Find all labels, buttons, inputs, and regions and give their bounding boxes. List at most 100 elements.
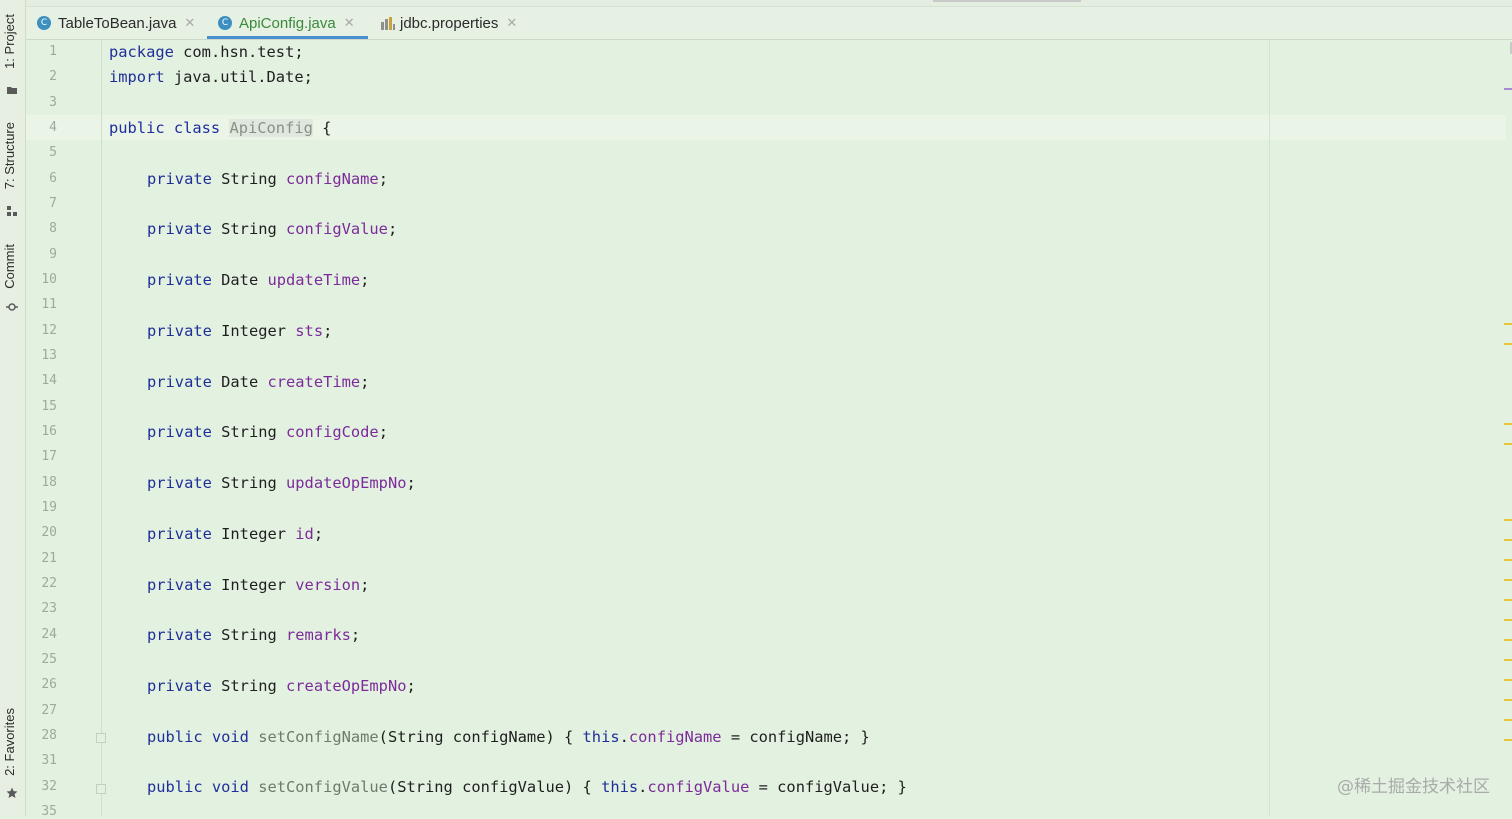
line-number: 2 [49, 69, 57, 84]
method-name: setConfigValue [258, 778, 388, 796]
field-name: configValue [647, 778, 750, 796]
code-text: ; [378, 423, 388, 441]
close-icon[interactable]: ✕ [506, 16, 517, 31]
keyword: private [147, 170, 212, 188]
line-number: 14 [41, 373, 57, 388]
marker[interactable] [1504, 619, 1512, 621]
keyword: private [147, 677, 212, 695]
commit-tool-button[interactable]: Commit [2, 244, 17, 289]
active-tab-indicator [207, 36, 368, 39]
code-line: package com.hsn.test; [109, 42, 304, 62]
type-name: Date [211, 271, 268, 289]
code-text: ; [360, 373, 370, 391]
structure-tool-button[interactable]: 7: Structure [2, 122, 17, 189]
error-stripe[interactable] [1504, 40, 1512, 816]
marker[interactable] [1504, 443, 1512, 445]
field-name: version [295, 576, 361, 594]
type-name: Integer [211, 525, 296, 543]
marker[interactable] [1504, 579, 1512, 581]
favorites-tool-button[interactable]: 2: Favorites [2, 708, 17, 776]
class-name: ApiConfig [229, 119, 313, 137]
marker[interactable] [1504, 699, 1512, 701]
keyword: private [147, 576, 212, 594]
tab-apiconfig[interactable]: C ApiConfig.java ✕ [218, 7, 355, 39]
marker[interactable] [1504, 719, 1512, 721]
line-number: 17 [41, 449, 57, 464]
line-number: 7 [49, 196, 57, 211]
project-tool-button[interactable]: 1: Project [2, 14, 17, 69]
line-number: 35 [41, 804, 57, 819]
line-number: 16 [41, 424, 57, 439]
keyword: private [147, 423, 212, 441]
keyword: public void [147, 778, 259, 796]
code-line: public void setConfigValue(String config… [147, 777, 907, 797]
line-number: 18 [41, 475, 57, 490]
code-text: (String configName) { [378, 728, 583, 746]
marker[interactable] [1504, 739, 1512, 741]
code-line: private Integer sts; [147, 321, 332, 341]
marker[interactable] [1504, 88, 1512, 90]
line-number: 1 [49, 44, 57, 59]
method-name: setConfigName [258, 728, 379, 746]
marker[interactable] [1504, 639, 1512, 641]
top-bar [26, 0, 1512, 7]
marker[interactable] [1504, 659, 1512, 661]
marker[interactable] [1504, 519, 1512, 521]
marker[interactable] [1504, 323, 1512, 325]
folder-icon [7, 87, 17, 94]
line-number: 13 [41, 348, 57, 363]
line-number: 24 [41, 627, 57, 642]
code-line: private String configName; [147, 169, 388, 189]
right-margin-guide [1269, 40, 1270, 816]
code-line: import java.util.Date; [109, 67, 313, 87]
code-text: ; [406, 677, 416, 695]
code-text: ; [387, 220, 398, 238]
keyword: private [147, 626, 212, 644]
field-name: configName [628, 728, 722, 746]
keyword: private [147, 373, 212, 391]
line-number: 28 [41, 728, 57, 743]
keyword: private [147, 220, 212, 238]
marker[interactable] [1504, 539, 1512, 541]
line-number: 20 [41, 525, 57, 540]
marker[interactable] [1504, 559, 1512, 561]
marker[interactable] [1504, 599, 1512, 601]
code-line: private Date updateTime; [147, 270, 369, 290]
watermark: @稀土掘金技术社区 [1337, 777, 1490, 797]
line-number: 19 [41, 500, 57, 515]
line-number: 25 [41, 652, 57, 667]
line-number: 4 [49, 120, 57, 135]
keyword: import [109, 68, 165, 86]
line-number-gutter[interactable]: 1 2 3 4 5 6 7 8 9 10 11 12 13 14 15 16 1… [26, 40, 102, 819]
line-number: 6 [49, 171, 57, 186]
fold-marker[interactable] [96, 784, 106, 794]
code-text: { [312, 119, 332, 137]
top-scroll-indicator [933, 0, 1081, 2]
keyword: private [147, 474, 212, 492]
keyword: private [147, 271, 212, 289]
marker[interactable] [1504, 679, 1512, 681]
tab-jdbc-properties[interactable]: jdbc.properties ✕ [380, 7, 517, 39]
field-name: configCode [286, 423, 379, 441]
field-name: id [295, 525, 314, 543]
tab-tabletobean[interactable]: C TableToBean.java ✕ [37, 7, 195, 39]
code-text: ; [350, 626, 361, 644]
tool-window-sidebar: 1: Project 7: Structure Commit 2: Favori… [0, 0, 26, 816]
code-text: ; [360, 271, 370, 289]
class-icon: C [218, 16, 232, 30]
type-name: String [211, 220, 287, 238]
code-line: private String configCode; [147, 422, 388, 442]
close-icon[interactable]: ✕ [184, 16, 195, 31]
code-text: . [619, 728, 629, 746]
close-icon[interactable]: ✕ [344, 16, 355, 31]
fold-marker[interactable] [96, 733, 106, 743]
code-text: java.util.Date; [164, 68, 313, 86]
field-name: createOpEmpNo [286, 677, 407, 695]
line-number: 23 [41, 601, 57, 616]
line-number: 12 [41, 323, 57, 338]
field-name: configValue [286, 220, 388, 238]
field-name: sts [295, 322, 324, 340]
marker[interactable] [1504, 343, 1512, 345]
marker[interactable] [1504, 423, 1512, 425]
code-text: ; [323, 322, 333, 340]
